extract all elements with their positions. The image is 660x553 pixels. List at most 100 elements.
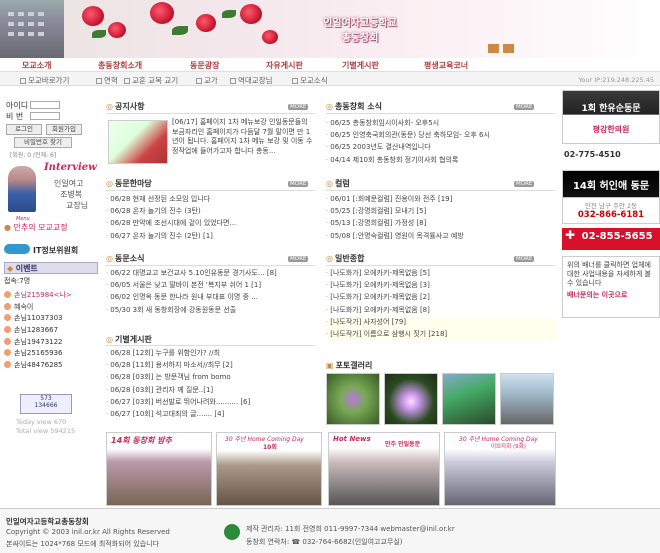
subnav-item[interactable]: 교훈 교목 교기: [124, 75, 178, 86]
login-button[interactable]: 로그인: [6, 124, 42, 135]
column-title[interactable]: ◎ 컬럼: [326, 178, 350, 189]
guest-item[interactable]: 손님11037303: [4, 313, 98, 325]
list-item[interactable]: 05/25 [:강명희컬럼] 모내기 [5]: [326, 206, 556, 218]
gallery-photo[interactable]: [500, 373, 554, 425]
guest-item[interactable]: 손님19473122: [4, 337, 98, 349]
list-item[interactable]: 06/22 대명교고 보건교사 5.10인유동문 경기사도... [8]: [106, 268, 316, 280]
list-item[interactable]: 06/27 [10회] 석고대죄의 글....... [4]: [106, 409, 316, 421]
subnav-item[interactable]: 모교바로가기: [20, 75, 69, 86]
find-password-button[interactable]: 비밀번호 찾기: [14, 137, 72, 148]
alumni-news-more-button[interactable]: MORE: [514, 104, 535, 110]
list-item[interactable]: 04/14 제10회 총동창회 정기이사회 협의록: [326, 155, 556, 167]
general-title[interactable]: ◎ 일반종합: [326, 253, 364, 264]
notice-text[interactable]: [06/17] 홈페이지 1차 메뉴보강 인일동문들의 보금자리인 홈페이지가 …: [172, 118, 314, 166]
list-item[interactable]: 06/25 총동창회임시이사회- 오후5시: [326, 118, 556, 130]
list-item[interactable]: 06/28 현재 선정된 소모임 입니다: [106, 194, 316, 206]
site-title[interactable]: 인일여자고등학교 총동창회: [300, 14, 420, 44]
guest-item[interactable]: 손님1283667: [4, 325, 98, 337]
list-item[interactable]: 06/28 [03회] 는 방문객님 from bomo: [106, 372, 316, 384]
list-item[interactable]: 06/28 [12회] 누구를 위함인가? //최: [106, 348, 316, 360]
gallery-photo[interactable]: [326, 373, 380, 425]
list-item[interactable]: 06/28 [11회] 용서하지 마소서//최무 [2]: [106, 360, 316, 372]
notice-more-button[interactable]: MORE: [288, 104, 309, 110]
event-thumbnail[interactable]: 30 주년 Home Coming Day 이브자회 (9회): [444, 432, 556, 506]
alumni-news2-more-button[interactable]: MORE: [288, 256, 309, 262]
notice-title[interactable]: ◎ 공지사항: [106, 101, 144, 112]
nav-education[interactable]: 평생교육코너: [424, 60, 468, 71]
interview-box[interactable]: Interview 인일여고 조병복 교장님: [4, 160, 98, 224]
list-item[interactable]: [나도화가] 오에카키-제목없음 [2]: [326, 292, 556, 304]
alumni-news-title[interactable]: ◎ 총동창회 소식: [326, 101, 382, 112]
nav-school-intro[interactable]: 모교소개: [22, 60, 51, 71]
password-input[interactable]: [30, 112, 60, 120]
mail-icon[interactable]: [503, 44, 514, 53]
site-title-line2: 총동창회: [341, 33, 379, 44]
list-item[interactable]: 06/28 [03회] 관리자 께 질문..[1]: [106, 385, 316, 397]
subnav-item[interactable]: 교가: [196, 75, 218, 86]
ad-heoinae[interactable]: 14회 허인애 동문 인천 남구 주안 2동 032-866-6181: [562, 170, 660, 224]
link-campus[interactable]: ● 만추의 모교교정: [4, 222, 68, 233]
list-item[interactable]: [나도작가] 사자성어 [79]: [326, 316, 556, 329]
list-item[interactable]: 06/28 만약에 조선시대에 겉이 있었다면...: [106, 218, 316, 230]
list-item[interactable]: 05/30 3회 새 동창회장에 강동원동문 선출: [106, 305, 316, 317]
class-board-title[interactable]: ◎ 기별게시판: [106, 334, 152, 345]
event-thumbnail[interactable]: 14회 동창회 밤추: [106, 432, 212, 506]
ad-hanuisun[interactable]: 1회 한유순동문 평강한의원: [562, 90, 660, 144]
event-thumbnail[interactable]: Hot News 만주 인일동문: [328, 432, 440, 506]
ad-phone-number: 02-775-4510: [564, 150, 621, 159]
gallery-photo[interactable]: [442, 373, 496, 425]
column-more-button[interactable]: MORE: [514, 181, 535, 187]
link-it-committee[interactable]: IT정보위원회: [4, 244, 78, 256]
guest-item[interactable]: 손님25165936: [4, 348, 98, 360]
plaza-title[interactable]: ◎ 동문한마당: [106, 178, 152, 189]
class-board-list: 06/28 [12회] 누구를 위함인가? //최 06/28 [11회] 용서…: [106, 348, 316, 421]
list-item[interactable]: [나도화가] 오에카키-제목없음 [3]: [326, 280, 556, 292]
guest-item[interactable]: 혜숙이: [4, 302, 98, 314]
subnav-item[interactable]: 모교소식: [292, 75, 328, 86]
photo-gallery-title[interactable]: ▣ 포토갤러리: [326, 360, 372, 371]
list-item[interactable]: 05/08 [:안명숙컬럼] 영원이 목격률사고 예방: [326, 231, 556, 243]
school-emblem-icon: [224, 524, 240, 540]
header-icons: [488, 44, 518, 55]
subnav-item[interactable]: 연혁: [96, 75, 118, 86]
section-icon: ◎: [326, 102, 333, 111]
list-item[interactable]: 06/27 온자 놀기의 진수 (2탄) [1]: [106, 231, 316, 243]
login-box: 아이디 비 번 로그인 회원가입 비밀번호 찾기 [회원: 0 /전체: 6]: [4, 100, 98, 160]
subnav-item[interactable]: 역대교장님: [230, 75, 273, 86]
guest-item[interactable]: 손님215984<나>: [4, 290, 98, 302]
list-item[interactable]: [나도작가] 이름으로 삼행시 짓기 [218]: [326, 328, 556, 342]
list-item[interactable]: 05/13 [:강명희컬럼] 가정성 [8]: [326, 218, 556, 230]
footer-resolution: 본싸이트는 1024*768 모드에 최적화되어 있습니다: [6, 540, 160, 548]
ad-info[interactable]: 위의 배너를 클릭하면 업체에 대한 사업내용을 자세하게 볼 수 있습니다 배…: [562, 256, 660, 318]
list-item[interactable]: 06/01 [:회예문컬럼] 진용이와 전주 [19]: [326, 194, 556, 206]
id-input[interactable]: [30, 101, 60, 109]
list-item[interactable]: [나도화가] 오에카키-제목없음 [5]: [326, 268, 556, 280]
general-more-button[interactable]: MORE: [514, 256, 535, 262]
list-item[interactable]: 06/05 서울은 낮고 딸바이 본전 '복지부 쉬어 1 [1]: [106, 280, 316, 292]
column-list: 06/01 [:회예문컬럼] 진용이와 전주 [19] 05/25 [:강명희컬…: [326, 194, 556, 243]
list-item[interactable]: 06/02 인명옥 동문 한나라 원내 부대표 이명 중 ...: [106, 292, 316, 304]
join-button[interactable]: 회원가입: [46, 124, 82, 135]
alumni-news2-title[interactable]: ◎ 동문소식: [106, 253, 144, 264]
event-thumbnail[interactable]: 30 주년 Home Coming Day 10회: [216, 432, 322, 506]
guest-item[interactable]: 손님48476285: [4, 360, 98, 372]
nav-alumni-intro[interactable]: 총동창회소개: [98, 60, 142, 71]
plaza-more-button[interactable]: MORE: [288, 181, 309, 187]
notice-thumbnail[interactable]: [108, 120, 168, 164]
home-icon[interactable]: [488, 44, 499, 53]
ad-redphone[interactable]: ✚ 02-855-5655: [562, 228, 660, 250]
ad-phone[interactable]: 02-775-4510: [562, 150, 660, 166]
list-item[interactable]: [나도화가] 오에카키-제목없음 [8]: [326, 305, 556, 317]
nav-class-board[interactable]: 기별게시판: [342, 60, 379, 71]
divider: [326, 190, 556, 191]
nav-plaza[interactable]: 동문광장: [190, 60, 219, 71]
gallery-photo[interactable]: [384, 373, 438, 425]
interview-line1: 인일여고: [54, 179, 84, 188]
list-item[interactable]: 06/28 온자 놀기의 진수 (3탄): [106, 206, 316, 218]
banner-inquiry-link[interactable]: 배너문의는 이곳으로: [567, 290, 655, 300]
nav-free-board[interactable]: 자유게시판: [266, 60, 303, 71]
site-title-line1: 인일여자고등학교: [323, 18, 397, 29]
list-item[interactable]: 06/27 [03회] 버선발로 뛰어나려와.......... [6]: [106, 397, 316, 409]
list-item[interactable]: 06/25 2003년도 결산내역입니다: [326, 142, 556, 154]
list-item[interactable]: 06/25 인영축국회의관(동문) 당선 축하모임- 오후 6시: [326, 130, 556, 142]
